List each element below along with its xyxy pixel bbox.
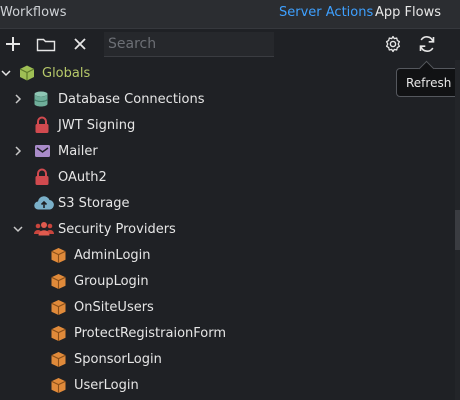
tree-item-userlogin[interactable]: UserLogin	[0, 372, 455, 398]
mail-icon	[34, 138, 51, 164]
panel-title: Workflows	[0, 5, 67, 20]
panel-header: Workflows Server Actions App Flows	[0, 0, 460, 29]
refresh-icon	[419, 36, 435, 52]
workflows-panel: Workflows Server Actions App Flows Searc…	[0, 0, 460, 400]
tree-item-label: JWT Signing	[58, 117, 136, 133]
box-icon	[50, 346, 67, 372]
box-icon	[50, 268, 67, 294]
tree-item-mailer[interactable]: Mailer	[0, 138, 455, 164]
chevron-down-icon[interactable]	[12, 216, 24, 242]
tree-item-database-connections[interactable]: Database Connections	[0, 86, 455, 112]
chevron-down-icon[interactable]	[0, 60, 12, 86]
tree-item-label: Mailer	[58, 143, 98, 159]
gear-icon	[385, 35, 401, 53]
add-button[interactable]	[2, 33, 24, 55]
lock-icon	[34, 112, 50, 138]
search-input[interactable]	[104, 32, 274, 57]
database-icon	[33, 86, 49, 112]
tree-item-adminlogin[interactable]: AdminLogin	[0, 242, 455, 268]
tree-item-label: Security Providers	[58, 221, 176, 237]
tree-item-protectregistraionform[interactable]: ProtectRegistraionForm	[0, 320, 455, 346]
tree-item-security-providers[interactable]: Security Providers	[0, 216, 455, 242]
chevron-right-icon[interactable]	[12, 138, 24, 164]
tree-item-jwt-signing[interactable]: JWT Signing	[0, 112, 455, 138]
delete-button[interactable]	[69, 33, 91, 55]
tree-item-label: OnSiteUsers	[74, 299, 154, 315]
box-icon	[50, 242, 67, 268]
box-icon	[50, 294, 67, 320]
tree-item-sponsorlogin[interactable]: SponsorLogin	[0, 346, 455, 372]
close-icon	[74, 38, 86, 50]
tree-item-label: ProtectRegistraionForm	[74, 325, 227, 341]
tree-scrollbar[interactable]	[455, 60, 460, 400]
scrollbar-thumb[interactable]	[455, 210, 460, 250]
tree-item-grouplogin[interactable]: GroupLogin	[0, 268, 455, 294]
new-folder-button[interactable]	[35, 33, 57, 55]
cloud-upload-icon	[33, 190, 55, 216]
tree-item-label: OAuth2	[58, 169, 107, 185]
toolbar	[0, 29, 460, 60]
chevron-right-icon[interactable]	[12, 86, 24, 112]
lock-icon	[34, 164, 50, 190]
tree-item-label: SponsorLogin	[74, 351, 162, 367]
users-icon	[33, 216, 55, 242]
tree-item-oauth2[interactable]: OAuth2	[0, 164, 455, 190]
folder-icon	[36, 38, 56, 52]
tree-item-label: AdminLogin	[74, 247, 151, 263]
settings-button[interactable]	[382, 33, 404, 55]
tab-server-actions[interactable]: Server Actions	[279, 0, 373, 28]
box-icon	[50, 372, 67, 398]
tab-app-flows[interactable]: App Flows	[375, 0, 441, 28]
tree-item-label: Globals	[42, 65, 91, 81]
tree-item-label: UserLogin	[74, 377, 139, 393]
tree-item-label: Database Connections	[58, 91, 205, 107]
tree-item-onsiteusers[interactable]: OnSiteUsers	[0, 294, 455, 320]
box-icon	[50, 320, 67, 346]
refresh-button[interactable]	[416, 33, 438, 55]
tree-item-label: S3 Storage	[58, 195, 130, 211]
cube-icon	[18, 60, 36, 86]
tree-item-s3-storage[interactable]: S3 Storage	[0, 190, 455, 216]
tree-item-label: GroupLogin	[74, 273, 149, 289]
tree-item-globals[interactable]: Globals	[0, 60, 455, 86]
plus-icon	[6, 37, 20, 51]
